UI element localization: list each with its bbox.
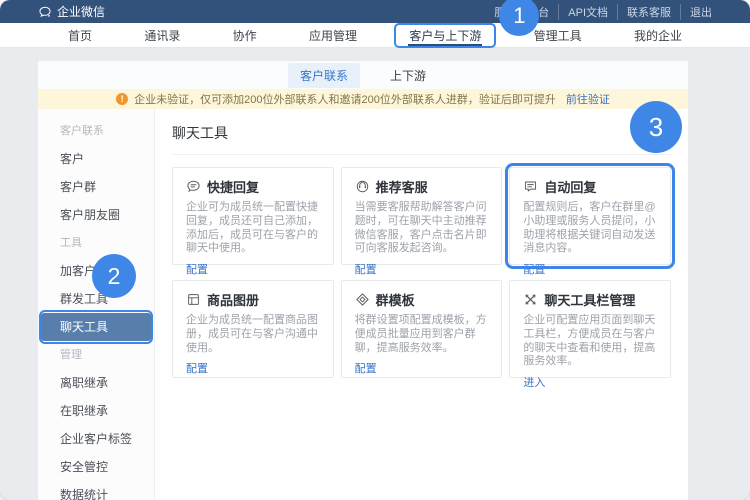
- verification-notice-bar: ! 企业未验证，仅可添加200位外部联系人和邀请200位外部联系人进群，验证后即…: [38, 89, 688, 109]
- annotation-badge-step2: 2: [92, 254, 136, 298]
- quick-reply-icon: [186, 179, 201, 194]
- card-description: 企业为成员统一配置商品图册，成员可在与客户沟通中使用。: [186, 314, 320, 355]
- card-title: 快捷回复: [207, 177, 259, 196]
- sidebar-item-customers[interactable]: 客户: [38, 145, 154, 173]
- chat-toolbar-icon: [523, 292, 538, 307]
- sidebar: 客户联系 客户 客户群 客户朋友圈 工具 加客户 群发工具 聊天工具 管理 离职…: [38, 109, 155, 500]
- main-nav: 首页 通讯录 协作 应用管理 客户与上下游 1 管理工具 我的企业: [0, 23, 750, 48]
- brand-name: 企业微信: [57, 3, 105, 20]
- card-title: 聊天工具栏管理: [544, 290, 635, 309]
- auto-reply-icon: [523, 179, 538, 194]
- nav-item-customers-upstream-downstream[interactable]: 客户与上下游 1: [401, 23, 489, 47]
- nav-item-collaboration[interactable]: 协作: [225, 23, 265, 47]
- notice-text: 企业未验证，仅可添加200位外部联系人和邀请200位外部联系人进群，验证后即可提…: [134, 91, 556, 107]
- card-description: 配置规则后，客户在群里@小助理或服务人员提问，小助理将根据关键词自动发送消息内容…: [523, 201, 657, 256]
- sidebar-item-chat-tools[interactable]: 聊天工具: [41, 313, 151, 341]
- configure-link[interactable]: 配置: [186, 360, 208, 376]
- page-title: 聊天工具: [172, 123, 671, 155]
- card-chat-toolbar-management: 聊天工具栏管理 企业可配置应用页面到聊天工具栏，方便成员在与客户的聊天中查看和使…: [509, 280, 671, 378]
- warning-icon: !: [116, 93, 128, 105]
- brand: 企业微信: [38, 3, 105, 20]
- card-title: 群模板: [376, 290, 415, 309]
- sidebar-item-resigned-inheritance[interactable]: 离职继承: [38, 369, 154, 397]
- card-group-template: 群模板 将群设置项配置成模板，方便成员批量应用到客户群聊，提高服务效率。 配置: [341, 280, 503, 378]
- nav-item-app-management[interactable]: 应用管理: [301, 23, 365, 47]
- topbar: 企业微信 服务商后台 API文档 联系客服 退出: [0, 0, 750, 23]
- configure-link[interactable]: 配置: [355, 261, 377, 277]
- configure-link[interactable]: 配置: [186, 261, 208, 277]
- configure-link[interactable]: 配置: [355, 360, 377, 376]
- tab-upstream-downstream[interactable]: 上下游: [378, 63, 438, 88]
- sidebar-item-security-control[interactable]: 安全管控: [38, 453, 154, 481]
- card-recommend-service: 推荐客服 当需要客服帮助解答客户问题时，可在聊天中主动推荐微信客服，客户点击名片…: [341, 167, 503, 265]
- nav-item-home[interactable]: 首页: [60, 23, 100, 47]
- content-panel: 客户联系 客户 客户群 客户朋友圈 工具 加客户 群发工具 聊天工具 管理 离职…: [38, 109, 688, 500]
- sidebar-item-label: 聊天工具: [60, 320, 108, 334]
- product-catalog-icon: [186, 292, 201, 307]
- tab-customer-contact[interactable]: 客户联系: [288, 63, 360, 88]
- wechat-work-logo-icon: [38, 5, 52, 19]
- card-product-catalog: 商品图册 企业为成员统一配置商品图册，成员可在与客户沟通中使用。 配置: [172, 280, 334, 378]
- card-title: 自动回复: [544, 177, 596, 196]
- nav-item-label: 客户与上下游: [409, 27, 481, 44]
- card-title: 商品图册: [207, 290, 259, 309]
- sidebar-group-management: 管理: [38, 341, 154, 369]
- top-link-contact-support[interactable]: 联系客服: [617, 4, 680, 20]
- go-verify-link[interactable]: 前往验证: [566, 91, 610, 107]
- tool-cards-grid: 快捷回复 企业可为成员统一配置快捷回复，成员还可自己添加，添加后，成员可在与客户…: [172, 167, 671, 378]
- card-quick-reply: 快捷回复 企业可为成员统一配置快捷回复，成员还可自己添加，添加后，成员可在与客户…: [172, 167, 334, 265]
- sidebar-item-data-statistics[interactable]: 数据统计: [38, 481, 154, 500]
- enter-link[interactable]: 进入: [523, 374, 545, 390]
- configure-link[interactable]: 配置: [523, 261, 545, 277]
- sub-tabs: 客户联系 上下游: [38, 61, 688, 89]
- top-link-logout[interactable]: 退出: [680, 4, 712, 20]
- recommend-service-icon: [355, 179, 370, 194]
- top-link-api-docs[interactable]: API文档: [558, 4, 617, 20]
- card-description: 将群设置项配置成模板，方便成员批量应用到客户群聊，提高服务效率。: [355, 314, 489, 355]
- app-window: 企业微信 服务商后台 API文档 联系客服 退出 首页 通讯录 协作 应用管理 …: [0, 0, 750, 500]
- card-description: 企业可配置应用页面到聊天工具栏，方便成员在与客户的聊天中查看和使用，提高服务效率…: [523, 314, 657, 369]
- sidebar-item-customer-groups[interactable]: 客户群: [38, 173, 154, 201]
- nav-item-my-company[interactable]: 我的企业: [626, 23, 690, 47]
- annotation-badge-step3: 3: [630, 101, 682, 153]
- card-description: 当需要客服帮助解答客户问题时，可在聊天中主动推荐微信客服，客户点击名片即可向客服…: [355, 201, 489, 256]
- sidebar-item-in-service-inheritance[interactable]: 在职继承: [38, 397, 154, 425]
- card-description: 企业可为成员统一配置快捷回复，成员还可自己添加，添加后，成员可在与客户的聊天中使…: [186, 201, 320, 256]
- group-template-icon: [355, 292, 370, 307]
- card-auto-reply: 自动回复 配置规则后，客户在群里@小助理或服务人员提问，小助理将根据关键词自动发…: [509, 167, 671, 265]
- nav-item-contacts[interactable]: 通讯录: [136, 23, 188, 47]
- sidebar-item-customer-moments[interactable]: 客户朋友圈: [38, 201, 154, 229]
- card-title: 推荐客服: [376, 177, 428, 196]
- main-content: 聊天工具 快捷回复 企业可为成员统一配置快捷回复，成员还可自己添加，添加后，成员…: [155, 109, 688, 500]
- sidebar-item-enterprise-customer-tags[interactable]: 企业客户标签: [38, 425, 154, 453]
- sidebar-group-customer-contact: 客户联系: [38, 117, 154, 145]
- sidebar-group-tools: 工具: [38, 229, 154, 257]
